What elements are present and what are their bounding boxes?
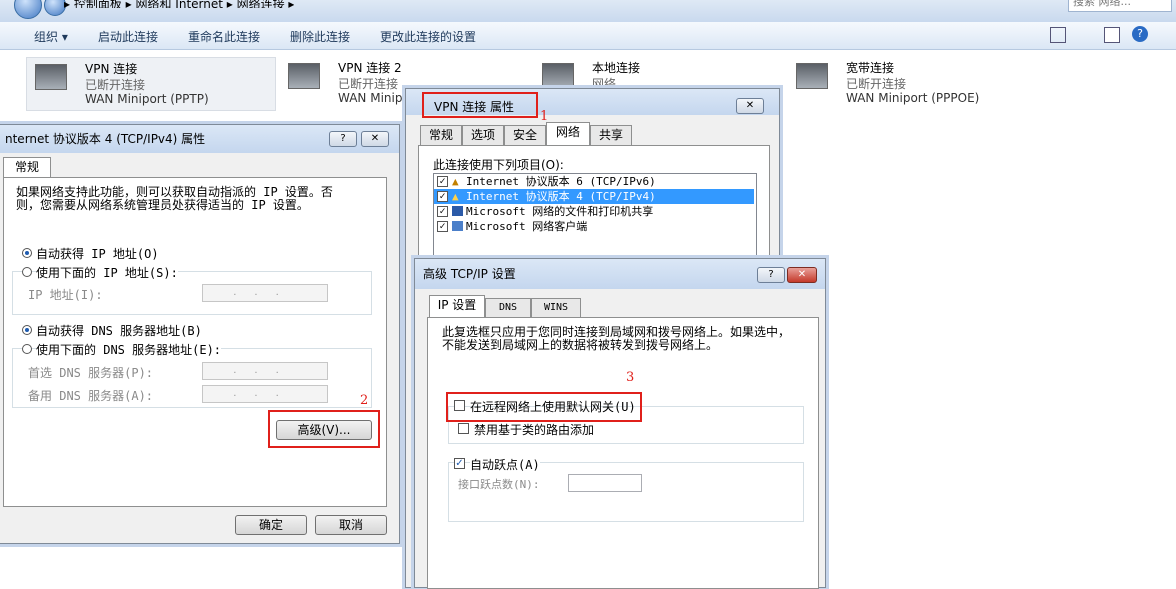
checkbox[interactable]: ✓ — [437, 191, 448, 202]
ok-button[interactable]: 确定 — [235, 515, 307, 535]
delete-connection-button[interactable]: 删除此连接 — [290, 28, 350, 45]
connection-device: WAN Miniport (PPPOE) — [846, 91, 980, 105]
connection-name: VPN 连接 2 — [338, 61, 402, 75]
tab-general[interactable]: 常规 — [420, 125, 462, 145]
cancel-button[interactable]: 取消 — [315, 515, 387, 535]
list-item[interactable]: ✓ ▲ Internet 协议版本 6 (TCP/IPv6) — [434, 174, 754, 189]
disable-class-routing-checkbox[interactable] — [458, 423, 469, 434]
tab-network[interactable]: 网络 — [546, 122, 590, 145]
auto-dns-radio[interactable] — [22, 325, 32, 335]
ip-address-field[interactable]: ... — [202, 284, 328, 302]
ip-settings-description: 如果网络支持此功能，则可以获取自动指派的 IP 设置。否则，您需要从网络系统管理… — [16, 185, 333, 212]
connection-status: 已断开连接 — [85, 78, 146, 92]
checkbox[interactable]: ✓ — [437, 176, 448, 187]
network-adapter-icon — [542, 63, 574, 89]
checkbox[interactable]: ✓ — [437, 221, 448, 232]
manual-dns-radio[interactable] — [22, 344, 32, 354]
list-item-label: Internet 协议版本 4 (TCP/IPv4) — [466, 190, 656, 203]
tab-ip-settings[interactable]: IP 设置 — [429, 295, 485, 318]
connection-name: 本地连接 — [592, 61, 641, 75]
close-icon[interactable]: ✕ — [787, 267, 817, 283]
ip-address-label: IP 地址(I): — [28, 288, 103, 302]
checkbox[interactable]: ✓ — [437, 206, 448, 217]
protocol-icon: ▲ — [452, 190, 459, 203]
ipv4-properties-dialog: nternet 协议版本 4 (TCP/IPv4) 属性 ? ✕ 常规 如果网络… — [0, 124, 400, 544]
gateway-description: 此复选框只应用于您同时连接到局域网和拨号网络上。如果选中，不能发送到局域网上的数… — [442, 325, 791, 352]
tab-options[interactable]: 选项 — [462, 125, 504, 145]
back-icon[interactable] — [14, 0, 42, 19]
change-settings-button[interactable]: 更改此连接的设置 — [380, 28, 476, 45]
list-item-label: Microsoft 网络客户端 — [466, 220, 588, 233]
connection-name: VPN 连接 — [85, 62, 138, 76]
general-tab-panel: 如果网络支持此功能，则可以获取自动指派的 IP 设置。否则，您需要从网络系统管理… — [3, 177, 387, 507]
close-icon[interactable]: ✕ — [361, 131, 389, 147]
manual-ip-radio[interactable] — [22, 267, 32, 277]
connection-status: 已断开连接 — [338, 77, 399, 91]
auto-dns-label: 自动获得 DNS 服务器地址(B) — [36, 324, 202, 338]
list-item[interactable]: ✓ ▲ Internet 协议版本 4 (TCP/IPv4) — [434, 189, 754, 204]
manual-dns-label: 使用下面的 DNS 服务器地址(E): — [36, 341, 222, 358]
connection-item-broadband[interactable]: 宽带连接 已断开连接 WAN Miniport (PPPOE) — [788, 57, 1038, 111]
annotation-number-3: 3 — [626, 370, 635, 385]
help-icon[interactable]: ? — [757, 267, 785, 283]
preferred-dns-label: 首选 DNS 服务器(P): — [28, 366, 154, 380]
help-icon[interactable]: ? — [329, 131, 357, 147]
breadcrumb[interactable]: ▸ 控制面板 ▸ 网络和 Internet ▸ 网络连接 ▸ — [64, 0, 294, 8]
search-input[interactable]: 搜索 网络... — [1068, 0, 1172, 12]
connection-status: 已断开连接 — [846, 77, 907, 91]
disable-class-routing-label: 禁用基于类的路由添加 — [474, 423, 595, 437]
auto-metric-label: 自动跃点(A) — [470, 456, 540, 473]
manual-ip-label: 使用下面的 IP 地址(S): — [36, 264, 178, 281]
dialog-title: VPN 连接 属性 — [434, 100, 515, 114]
preview-pane-icon[interactable] — [1104, 27, 1120, 43]
use-default-gateway-label: 在远程网络上使用默认网关(U) — [470, 400, 636, 414]
tab-wins[interactable]: WINS — [531, 298, 581, 318]
ip-settings-panel: 此复选框只应用于您同时连接到局域网和拨号网络上。如果选中，不能发送到局域网上的数… — [427, 317, 819, 589]
alternate-dns-label: 备用 DNS 服务器(A): — [28, 389, 154, 403]
network-client-icon — [452, 221, 463, 231]
dialog-title: nternet 协议版本 4 (TCP/IPv4) 属性 — [5, 132, 206, 146]
connection-name: 宽带连接 — [846, 61, 895, 75]
start-connection-button[interactable]: 启动此连接 — [98, 28, 158, 45]
network-adapter-icon — [35, 64, 67, 90]
network-adapter-icon — [288, 63, 320, 89]
list-item[interactable]: ✓ Microsoft 网络的文件和打印机共享 — [434, 204, 754, 219]
command-bar: 组织 ▾ 启动此连接 重命名此连接 删除此连接 更改此连接的设置 ? — [0, 22, 1176, 50]
interface-metric-label: 接口跃点数(N): — [458, 478, 540, 491]
use-default-gateway-checkbox[interactable] — [454, 400, 465, 411]
rename-connection-button[interactable]: 重命名此连接 — [188, 28, 260, 45]
organize-button[interactable]: 组织 ▾ — [34, 28, 68, 45]
annotation-number-2: 2 — [360, 393, 369, 408]
forward-icon[interactable] — [44, 0, 66, 16]
connection-item-vpn[interactable]: VPN 连接 已断开连接 WAN Miniport (PPTP) — [26, 57, 276, 111]
file-share-icon — [452, 206, 463, 216]
close-icon[interactable]: ✕ — [736, 98, 764, 114]
auto-metric-checkbox[interactable]: ✓ — [454, 458, 465, 469]
list-item-label: Microsoft 网络的文件和打印机共享 — [466, 205, 654, 218]
auto-ip-radio[interactable] — [22, 248, 32, 258]
advanced-button[interactable]: 高级(V)... — [276, 420, 372, 440]
tab-sharing[interactable]: 共享 — [590, 125, 632, 145]
interface-metric-field[interactable] — [568, 474, 642, 492]
list-item[interactable]: ✓ Microsoft 网络客户端 — [434, 219, 754, 234]
tab-security[interactable]: 安全 — [504, 125, 546, 145]
items-list-label: 此连接使用下列项目(O): — [433, 158, 564, 172]
dialog-title: 高级 TCP/IP 设置 — [423, 267, 516, 281]
preferred-dns-field[interactable]: ... — [202, 362, 328, 380]
auto-ip-label: 自动获得 IP 地址(O) — [36, 247, 159, 261]
view-options-icon[interactable] — [1050, 27, 1066, 43]
protocol-icon: ▲ — [452, 175, 459, 188]
advanced-tcpip-dialog: 高级 TCP/IP 设置 ? ✕ IP 设置 DNS WINS 此复选框只应用于… — [414, 258, 826, 589]
list-item-label: Internet 协议版本 6 (TCP/IPv6) — [466, 175, 656, 188]
help-icon[interactable]: ? — [1132, 26, 1148, 42]
address-bar: ▸ 控制面板 ▸ 网络和 Internet ▸ 网络连接 ▸ 搜索 网络... — [0, 0, 1176, 23]
tab-dns[interactable]: DNS — [485, 298, 531, 318]
connection-device: WAN Miniport (PPTP) — [85, 92, 209, 106]
alternate-dns-field[interactable]: ... — [202, 385, 328, 403]
network-adapter-icon — [796, 63, 828, 89]
connection-device: WAN Minip — [338, 91, 403, 105]
